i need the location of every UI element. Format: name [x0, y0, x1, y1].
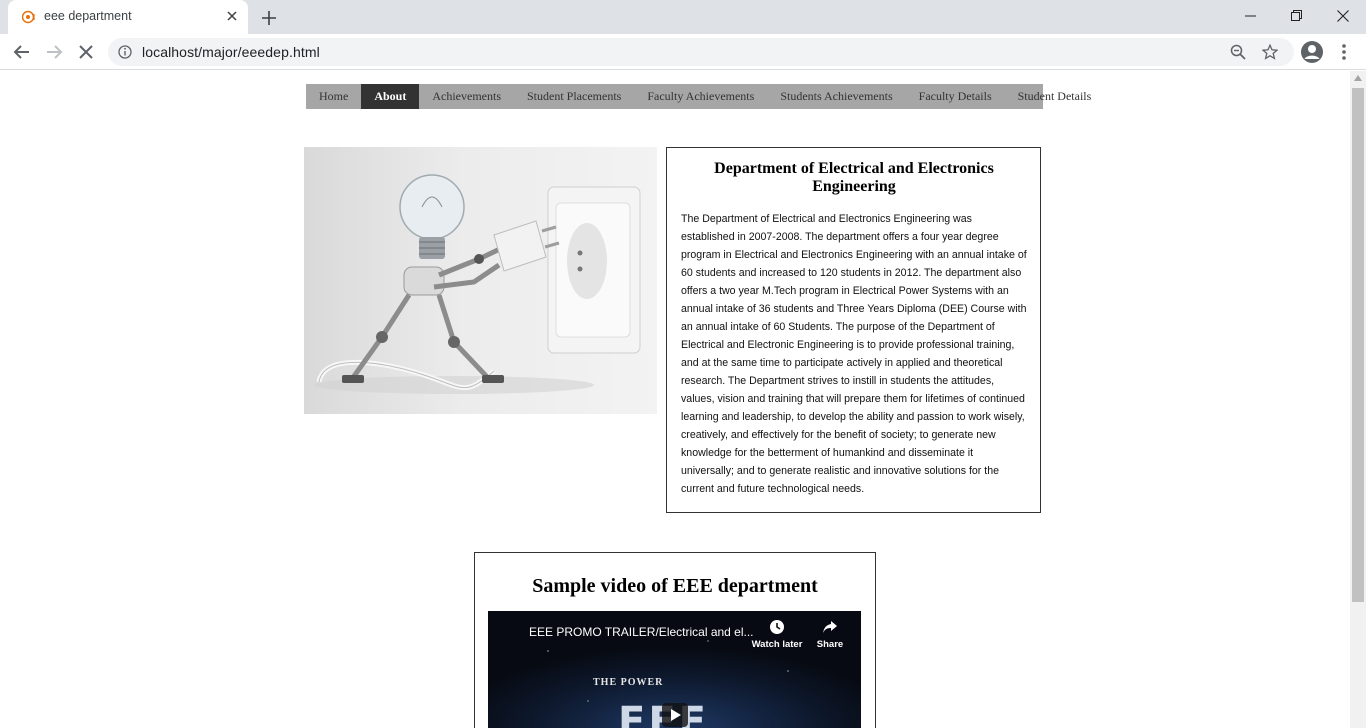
play-icon[interactable]	[662, 703, 688, 727]
info-icon[interactable]	[118, 45, 132, 59]
browser-toolbar: localhost/major/eeedep.html	[0, 34, 1366, 70]
share-arrow-icon	[823, 621, 837, 633]
close-window-button[interactable]	[1320, 0, 1366, 32]
kebab-menu-icon[interactable]	[1336, 42, 1352, 62]
scroll-up-arrow-icon[interactable]	[1354, 75, 1362, 81]
share-label: Share	[816, 639, 844, 650]
video-title[interactable]: EEE PROMO TRAILER/Electrical and el...	[529, 625, 754, 639]
new-tab-icon[interactable]	[258, 7, 280, 29]
nav-item-student-details[interactable]: Student Details	[1005, 84, 1105, 109]
scrollbar-thumb[interactable]	[1352, 88, 1364, 602]
browser-tab[interactable]: eee department	[8, 0, 248, 34]
restore-icon	[1291, 10, 1302, 21]
watch-later-label: Watch later	[751, 639, 803, 650]
lightbulb-robot-illustration	[314, 174, 641, 394]
video-heading: Sample video of EEE department	[532, 575, 818, 597]
forward-arrow-icon[interactable]	[42, 40, 66, 64]
nav-item-students-achievements[interactable]: Students Achievements	[767, 84, 905, 109]
about-text: The Department of Electrical and Electro…	[681, 213, 1027, 495]
minimize-icon	[1245, 15, 1256, 17]
stop-loading-icon[interactable]	[74, 40, 98, 64]
nav-item-about[interactable]: About	[361, 84, 420, 109]
audio-favicon-icon	[22, 10, 35, 24]
url-text: localhost/major/eeedep.html	[142, 44, 320, 60]
share-button[interactable]: Share	[800, 619, 860, 650]
bookmark-star-icon[interactable]	[1262, 44, 1278, 60]
embedded-video-player[interactable]: EEE PROMO TRAILER/Electrical and el... W…	[488, 611, 861, 728]
back-arrow-icon[interactable]	[10, 40, 34, 64]
minimize-button[interactable]	[1228, 0, 1274, 32]
nav-item-achievements[interactable]: Achievements	[419, 84, 514, 109]
page-viewport: Home About Achievements Student Placements F…	[0, 71, 1350, 728]
site-navigation: Home About Achievements Student Placements F…	[306, 84, 1091, 109]
about-section: Department of Electrical and Electronics…	[666, 147, 1041, 513]
watch-later-button[interactable]: Watch later	[747, 619, 807, 650]
nav-item-home[interactable]: Home	[306, 84, 361, 109]
tab-title: eee department	[44, 9, 132, 23]
video-tagline: THE POWER	[593, 677, 664, 688]
clock-icon	[770, 620, 784, 634]
hero-image-lightbulb-robot	[304, 147, 657, 414]
nav-item-faculty-details[interactable]: Faculty Details	[906, 84, 1005, 109]
nav-item-faculty-achievements[interactable]: Faculty Achievements	[634, 84, 767, 109]
video-section: Sample video of EEE department EEE PROMO…	[474, 552, 876, 728]
profile-avatar-icon[interactable]	[1300, 40, 1324, 64]
about-title: Department of Electrical and Electronics…	[714, 160, 994, 195]
page-scrollbar[interactable]	[1350, 71, 1366, 728]
restore-button[interactable]	[1274, 0, 1320, 32]
address-bar[interactable]: localhost/major/eeedep.html	[108, 38, 1294, 66]
close-tab-icon[interactable]	[224, 8, 240, 24]
nav-item-student-placements[interactable]: Student Placements	[514, 84, 634, 109]
browser-tabstrip: eee department	[0, 0, 1366, 34]
zoom-out-icon[interactable]	[1230, 44, 1246, 60]
close-window-icon	[1337, 10, 1349, 22]
